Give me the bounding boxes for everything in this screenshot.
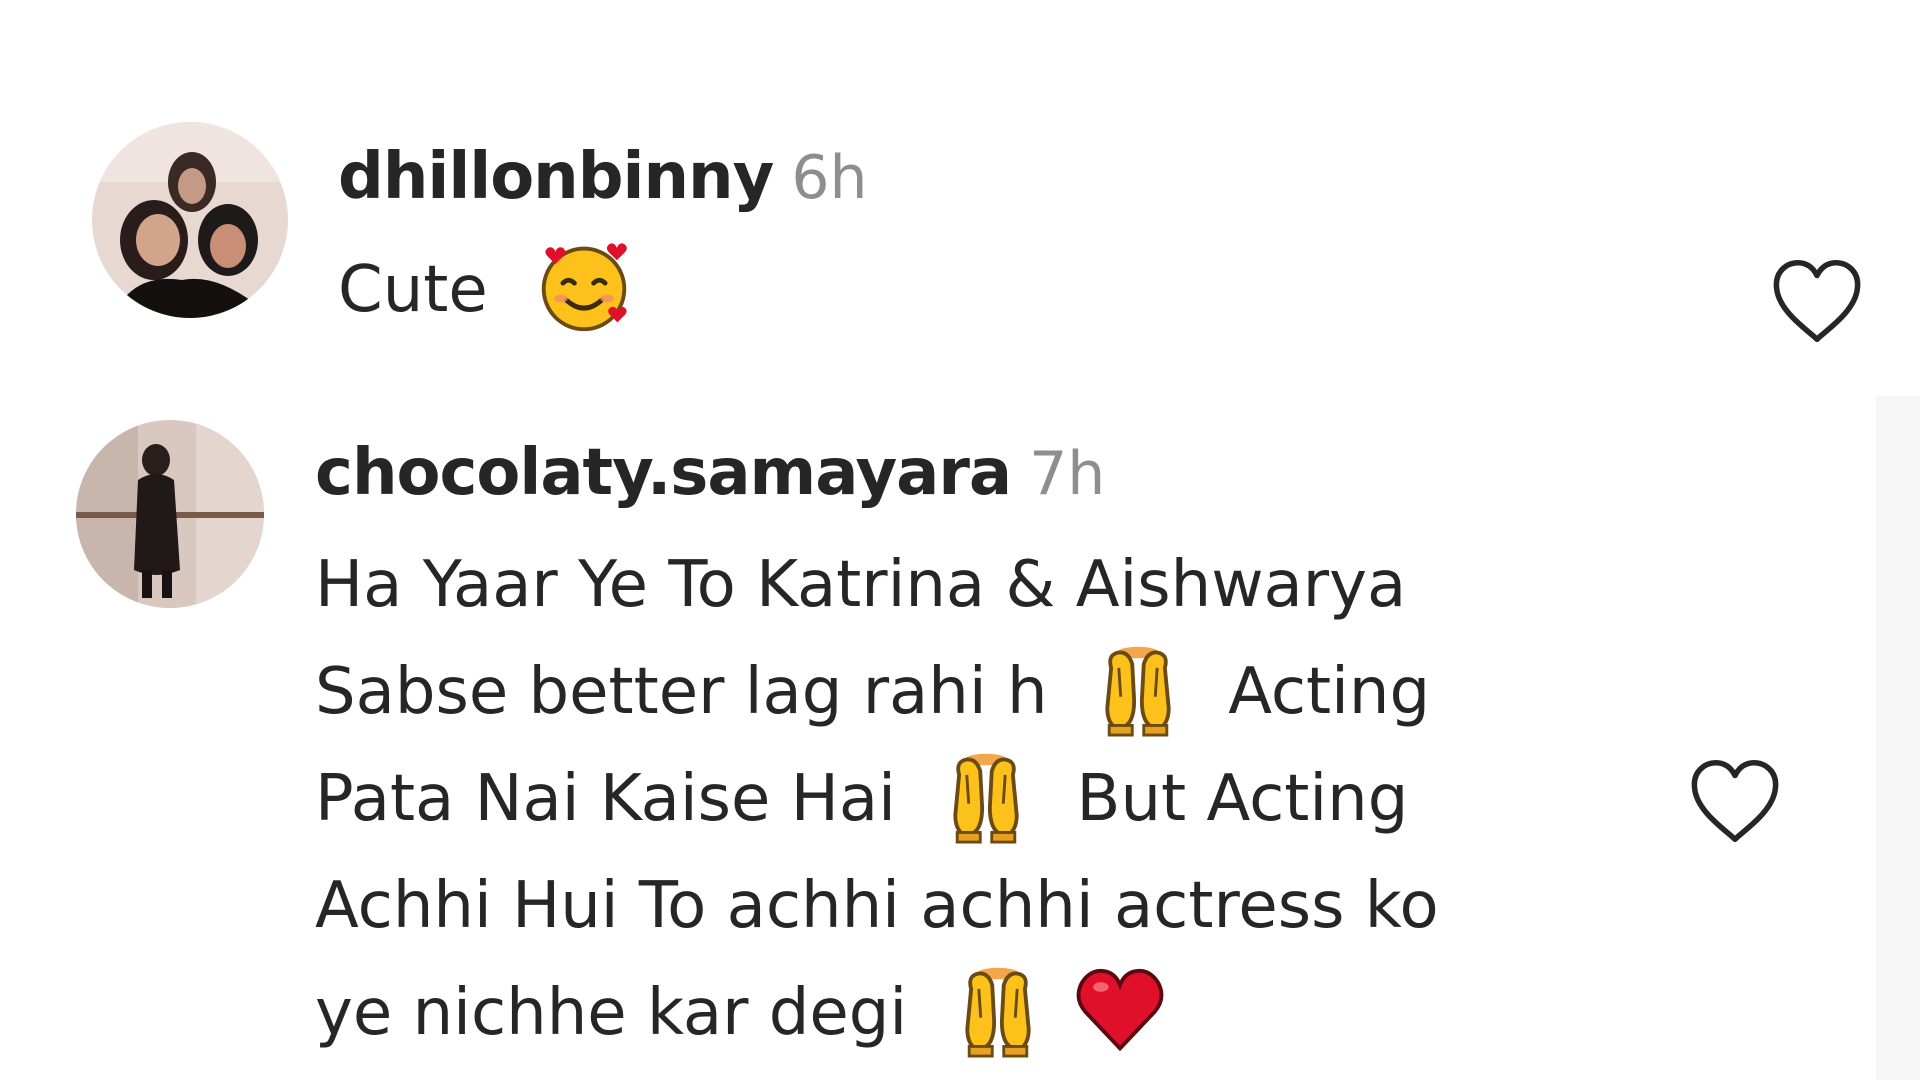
raising-hands-icon [938, 748, 1034, 844]
raising-hands-icon [950, 962, 1046, 1058]
username-text[interactable]: dhillonbinny [338, 140, 774, 214]
scrollbar-track[interactable] [1876, 396, 1920, 1080]
comment-text-line: But Acting [1076, 762, 1409, 836]
comment-text-line: Pata Nai Kaise Hai [315, 762, 896, 836]
comment-text: Cute [338, 240, 632, 340]
avatar[interactable] [92, 122, 288, 318]
heart-outline-icon[interactable] [1766, 250, 1868, 352]
like-button[interactable] [1684, 750, 1786, 852]
heart-outline-icon[interactable] [1684, 750, 1786, 852]
comment-text-line: Achhi Hui To achhi achhi actress ko [315, 869, 1439, 943]
comment-timestamp[interactable]: 6h [791, 143, 867, 213]
red-heart-icon [1072, 962, 1168, 1058]
comment-text-line: Acting [1228, 655, 1431, 729]
comment-timestamp[interactable]: 7h [1029, 439, 1105, 509]
comment-text-line: ye nichhe kar degi [315, 976, 908, 1050]
username-text[interactable]: chocolaty.samayara [315, 436, 1012, 510]
like-button[interactable] [1766, 250, 1868, 352]
smiling-face-with-hearts-icon [536, 239, 632, 335]
comment-username[interactable]: chocolaty.samayara 7h [315, 436, 1105, 510]
comment-text-line: Sabse better lag rahi h [315, 655, 1048, 729]
avatar[interactable] [76, 420, 264, 608]
comment-text-line: Cute [338, 253, 488, 327]
comment-text: Ha Yaar Ye To Katrina & Aishwarya Sabse … [315, 532, 1439, 1067]
comment-username[interactable]: dhillonbinny 6h [338, 140, 868, 214]
raising-hands-icon [1090, 641, 1186, 737]
comment-text-line: Ha Yaar Ye To Katrina & Aishwarya [315, 548, 1407, 622]
